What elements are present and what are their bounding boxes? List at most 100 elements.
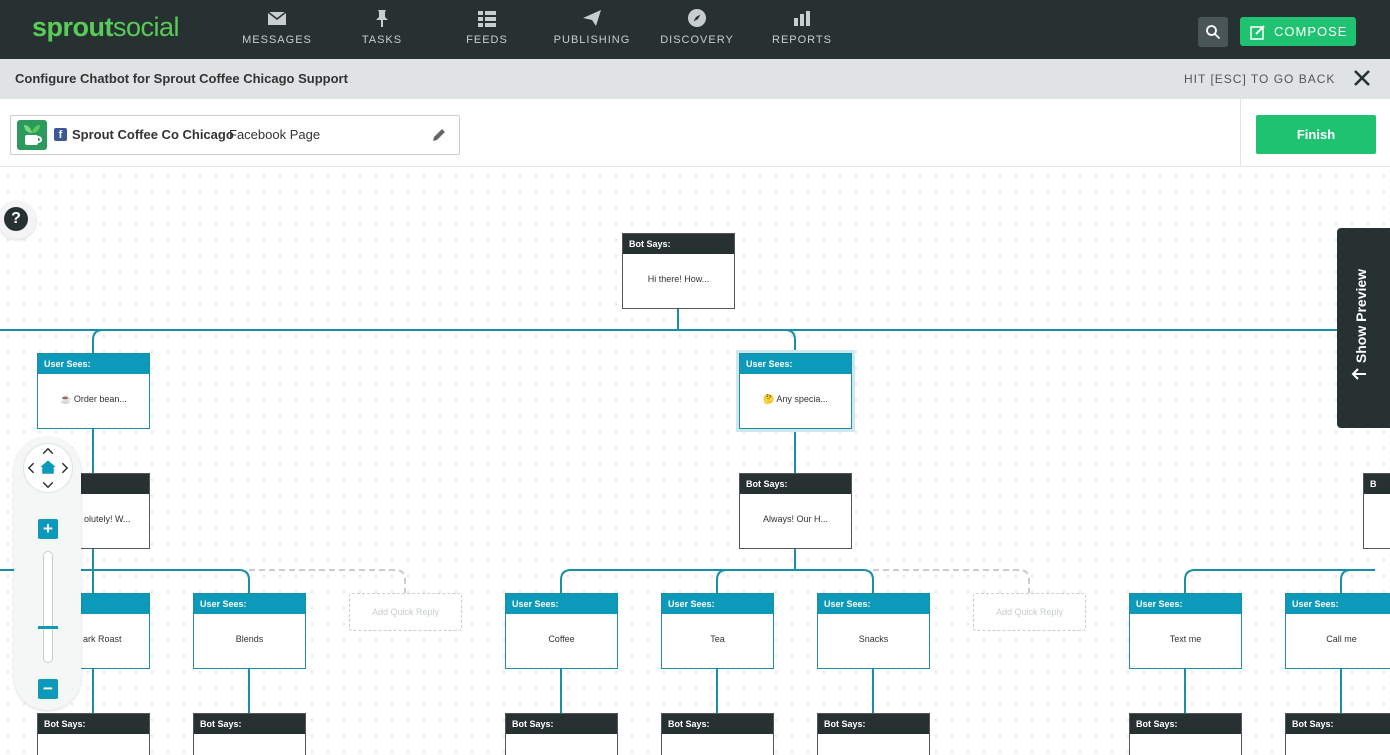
node-header: Bot Says:: [740, 474, 851, 494]
zoom-out-button[interactable]: −: [38, 679, 58, 699]
nav-publishing[interactable]: PUBLISHING: [542, 8, 642, 46]
node-body: Coffee: [548, 634, 575, 644]
flow-node-blends[interactable]: User Sees: Blends: [193, 593, 306, 669]
search-button[interactable]: [1198, 17, 1228, 47]
compass-icon: [688, 9, 706, 27]
toolbar-divider: [1240, 99, 1241, 167]
finish-button[interactable]: Finish: [1256, 115, 1376, 154]
node-header: Bot Says:: [1130, 714, 1241, 734]
compose-button[interactable]: COMPOSE: [1240, 17, 1356, 46]
flow-node-order-beans[interactable]: User Sees: ☕ Order bean...: [37, 353, 150, 429]
node-body: Tea: [710, 634, 725, 644]
zoom-control: + −: [14, 437, 81, 710]
nav-feeds-label: FEEDS: [466, 34, 508, 46]
node-body: Always! Our H...: [762, 514, 828, 524]
nav-publishing-label: PUBLISHING: [553, 34, 631, 46]
node-header: Bot Says:: [506, 714, 617, 734]
flow-node-bot-always[interactable]: Bot Says: Always! Our H...: [739, 473, 852, 549]
node-header: Bot Says:: [818, 714, 929, 734]
help-icon: ?: [4, 207, 28, 231]
node-header: User Sees:: [818, 594, 929, 614]
page-selector[interactable]: f Sprout Coffee Co Chicago Facebook Page: [10, 115, 460, 155]
node-header: User Sees:: [740, 354, 851, 374]
node-body: Hi there! How...: [647, 274, 710, 284]
title-bar: Configure Chatbot for Sprout Coffee Chic…: [0, 59, 1390, 99]
page-toolbar: f Sprout Coffee Co Chicago Facebook Page…: [0, 99, 1390, 167]
bar-chart-icon: [794, 11, 810, 26]
node-header: Bot Says:: [662, 714, 773, 734]
compose-label: COMPOSE: [1274, 24, 1348, 39]
compose-icon: [1250, 24, 1265, 40]
flow-node-bot-bottom[interactable]: Bot Says:: [1129, 713, 1242, 755]
node-body: Snacks: [858, 634, 889, 644]
edit-pencil-icon[interactable]: [431, 127, 447, 143]
flow-node-any-specials[interactable]: User Sees: 🤔 Any specia...: [739, 353, 852, 429]
node-header: Bot Says:: [38, 714, 149, 734]
chatbot-flow-canvas[interactable]: ? Bot Says: Hi there! How... User Sees: …: [0, 168, 1390, 755]
add-quick-reply-button[interactable]: Add Quick Reply: [973, 593, 1086, 631]
node-body: Text me: [1169, 634, 1202, 644]
nav-messages[interactable]: MESSAGES: [227, 8, 327, 46]
flow-node-bot-bottom[interactable]: Bot Says:: [661, 713, 774, 755]
node-body: ☕ Order bean...: [60, 394, 127, 404]
flow-node-bot-bottom[interactable]: Bot Says:: [193, 713, 306, 755]
search-icon: [1206, 25, 1221, 40]
node-header: Bot Says:: [1286, 714, 1390, 734]
page-avatar: [17, 120, 47, 150]
nav-tasks[interactable]: TASKS: [332, 8, 432, 46]
zoom-slider[interactable]: [43, 551, 53, 663]
flow-node-bot-bottom[interactable]: Bot Says:: [817, 713, 930, 755]
node-header: User Sees:: [1286, 594, 1390, 614]
node-body: 🤔 Any specia...: [763, 394, 828, 404]
list-icon: [478, 11, 496, 27]
flow-node-coffee[interactable]: User Sees: Coffee: [505, 593, 618, 669]
flow-node-call-me[interactable]: User Sees: Call me: [1285, 593, 1390, 669]
node-body: Blends: [235, 634, 264, 644]
sprout-social-logo[interactable]: sproutsocial: [32, 12, 180, 43]
node-header: B: [1364, 474, 1390, 494]
flow-node-root[interactable]: Bot Says: Hi there! How...: [622, 233, 735, 309]
flow-node-tea[interactable]: User Sees: Tea: [661, 593, 774, 669]
nav-reports[interactable]: REPORTS: [752, 8, 852, 46]
node-header: User Sees:: [38, 354, 149, 374]
facebook-icon: f: [54, 128, 67, 141]
node-header: Bot Says:: [194, 714, 305, 734]
node-header: Bot Says:: [623, 234, 734, 254]
close-icon[interactable]: [1352, 68, 1372, 88]
pan-arrows-icon: [27, 447, 69, 489]
nav-messages-label: MESSAGES: [242, 34, 312, 46]
nav-discovery[interactable]: DISCOVERY: [647, 8, 747, 46]
coffee-cup-icon: [24, 125, 42, 145]
nav-reports-label: REPORTS: [772, 34, 832, 46]
page-name: Sprout Coffee Co Chicago: [72, 127, 234, 142]
add-quick-reply-button[interactable]: Add Quick Reply: [349, 593, 462, 631]
pan-control[interactable]: [23, 443, 73, 493]
flow-node-text-me[interactable]: User Sees: Text me: [1129, 593, 1242, 669]
zoom-slider-thumb[interactable]: [38, 626, 58, 629]
nav-tasks-label: TASKS: [361, 34, 403, 46]
node-body: [1364, 494, 1390, 514]
flow-node-bot-partial[interactable]: B: [1363, 473, 1390, 549]
flow-node-snacks[interactable]: User Sees: Snacks: [817, 593, 930, 669]
show-preview-tab[interactable]: Show Preview: [1337, 228, 1390, 428]
pin-icon: [376, 10, 388, 27]
flow-node-bot-bottom[interactable]: Bot Says:: [37, 713, 150, 755]
node-header: User Sees:: [194, 594, 305, 614]
page-type: Facebook Page: [229, 127, 321, 142]
nav-discovery-label: DISCOVERY: [660, 34, 734, 46]
top-navigation: sproutsocial MESSAGES TASKS FEEDS PUBLIS…: [0, 0, 1390, 59]
envelope-icon: [267, 11, 287, 25]
node-header: User Sees:: [1130, 594, 1241, 614]
page-title: Configure Chatbot for Sprout Coffee Chic…: [15, 71, 348, 86]
node-header: User Sees:: [662, 594, 773, 614]
paper-plane-icon: [583, 10, 601, 26]
flow-node-bot-bottom[interactable]: Bot Says:: [505, 713, 618, 755]
escape-hint: HIT [ESC] TO GO BACK: [1184, 72, 1336, 86]
node-header: User Sees:: [506, 594, 617, 614]
node-body: Call me: [1326, 634, 1357, 644]
flow-node-bot-bottom[interactable]: Bot Says:: [1285, 713, 1390, 755]
show-preview-label: Show Preview: [1353, 268, 1369, 364]
nav-feeds[interactable]: FEEDS: [437, 8, 537, 46]
arrow-left-icon: [1351, 368, 1366, 380]
zoom-in-button[interactable]: +: [38, 519, 58, 539]
